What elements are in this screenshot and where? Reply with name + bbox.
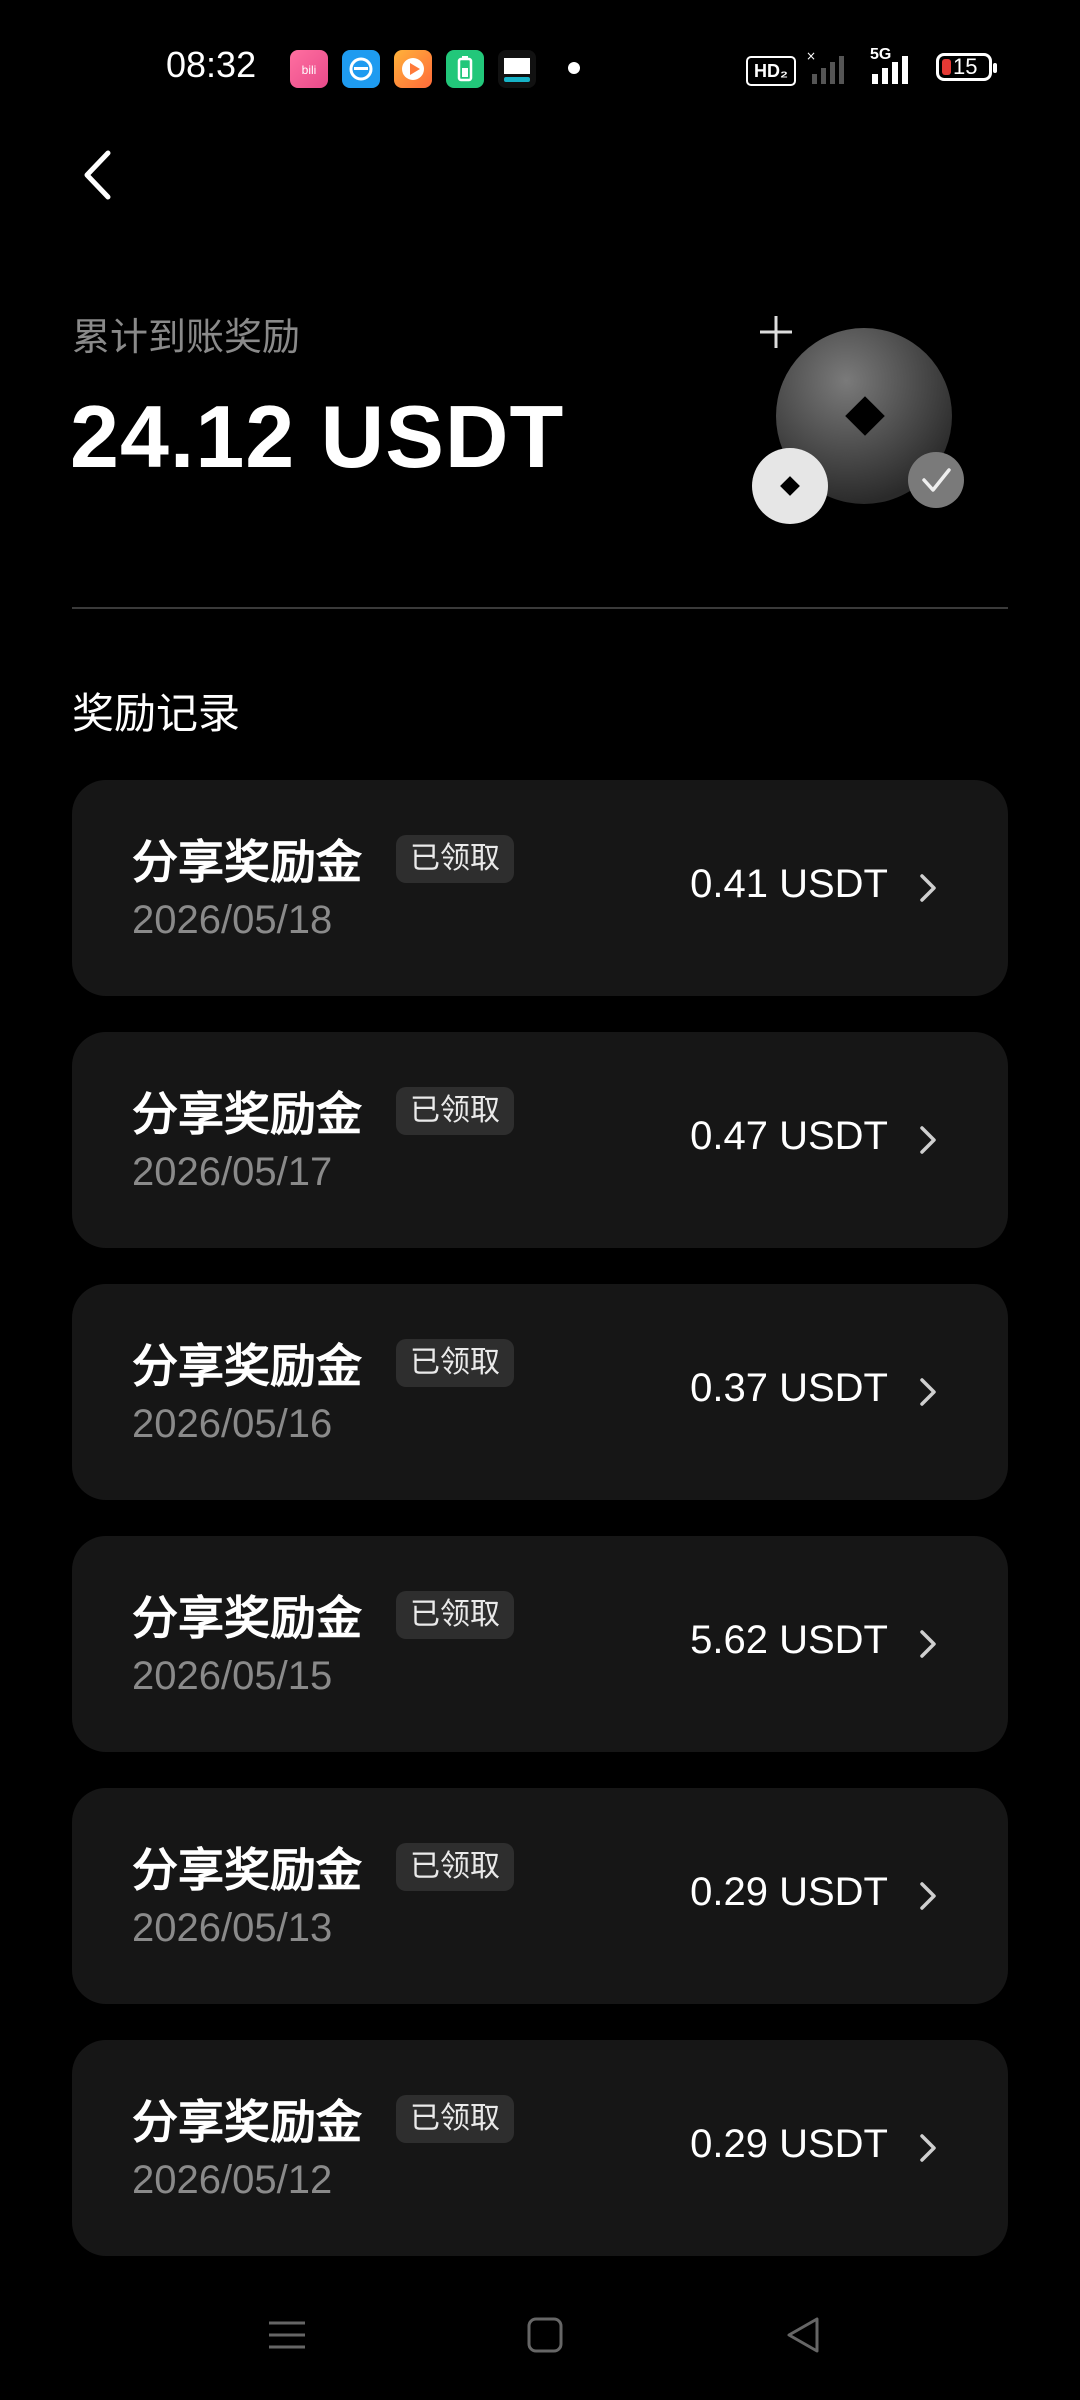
bilibili-icon: bili (290, 50, 328, 88)
chevron-right-icon (920, 2134, 936, 2162)
record-item[interactable]: 分享奖励金 已领取 2026/05/17 0.47 USDT (72, 1032, 1008, 1248)
chevron-right-icon (920, 1126, 936, 1154)
news-icon (498, 50, 536, 88)
record-date: 2026/05/13 (132, 1906, 333, 1950)
status-bar: 08:32 bili HD₂ × 5G 15 (0, 0, 1080, 140)
menu-icon (269, 2321, 305, 2349)
record-title: 分享奖励金 (132, 1087, 362, 1141)
record-amount: 0.37 USDT (690, 1366, 888, 1410)
record-date: 2026/05/12 (132, 2158, 333, 2202)
divider (72, 607, 1008, 609)
record-item[interactable]: 分享奖励金 已领取 2026/05/15 5.62 USDT (72, 1536, 1008, 1752)
system-nav-bar (0, 2290, 1080, 2380)
battery-icon: 15 (936, 53, 997, 81)
status-badge: 已领取 (396, 1339, 514, 1387)
signal-5g-icon (872, 56, 908, 84)
record-amount: 0.41 USDT (690, 862, 888, 906)
record-date: 2026/05/18 (132, 898, 333, 942)
record-title: 分享奖励金 (132, 1843, 362, 1897)
battery-app-icon (446, 50, 484, 88)
summary-label: 累计到账奖励 (72, 315, 301, 359)
chevron-right-icon (920, 1630, 936, 1658)
record-date: 2026/05/16 (132, 1402, 333, 1446)
record-title: 分享奖励金 (132, 1591, 362, 1645)
record-amount: 0.29 USDT (690, 1870, 888, 1914)
record-amount: 0.47 USDT (690, 1114, 888, 1158)
record-item[interactable]: 分享奖励金 已领取 2026/05/16 0.37 USDT (72, 1284, 1008, 1500)
nav-home-button[interactable] (515, 2310, 575, 2360)
browser-icon (342, 50, 380, 88)
record-amount: 0.29 USDT (690, 2122, 888, 2166)
status-badge: 已领取 (396, 1591, 514, 1639)
battery-level: 15 (953, 54, 978, 79)
record-item[interactable]: 分享奖励金 已领取 2026/05/13 0.29 USDT (72, 1788, 1008, 2004)
back-triangle-icon (787, 2317, 819, 2353)
status-badge: 已领取 (396, 1843, 514, 1891)
reward-record-list: 分享奖励金 已领取 2026/05/18 0.41 USDT 分享奖励金 已领取… (72, 780, 1008, 2292)
nav-menu-button[interactable] (257, 2310, 317, 2360)
status-time: 08:32 (166, 44, 257, 85)
nav-back-button[interactable] (773, 2310, 833, 2360)
home-square-icon (527, 2317, 563, 2353)
record-date: 2026/05/15 (132, 1654, 333, 1698)
record-date: 2026/05/17 (132, 1150, 333, 1194)
svg-text:bili: bili (302, 63, 317, 77)
video-icon (394, 50, 432, 88)
summary-amount: 24.12 USDT (70, 387, 565, 486)
svg-text:×: × (806, 50, 816, 63)
coin-illustration-icon (752, 316, 964, 524)
status-badge: 已领取 (396, 835, 514, 883)
back-button[interactable] (62, 140, 132, 210)
signal-icon: × (806, 50, 844, 84)
record-title: 分享奖励金 (132, 835, 362, 889)
record-item[interactable]: 分享奖励金 已领取 2026/05/18 0.41 USDT (72, 780, 1008, 996)
record-title: 分享奖励金 (132, 1339, 362, 1393)
chevron-right-icon (920, 1378, 936, 1406)
chevron-right-icon (920, 874, 936, 902)
section-title: 奖励记录 (72, 689, 241, 738)
record-title: 分享奖励金 (132, 2095, 362, 2149)
status-badge: 已领取 (396, 2095, 514, 2143)
record-amount: 5.62 USDT (690, 1618, 888, 1662)
notification-dot (568, 62, 580, 74)
record-item[interactable]: 分享奖励金 已领取 2026/05/12 0.29 USDT (72, 2040, 1008, 2256)
status-badge: 已领取 (396, 1087, 514, 1135)
chevron-right-icon (920, 1882, 936, 1910)
hd-voice-badge: HD₂ (746, 56, 796, 86)
chevron-left-icon (84, 150, 111, 200)
